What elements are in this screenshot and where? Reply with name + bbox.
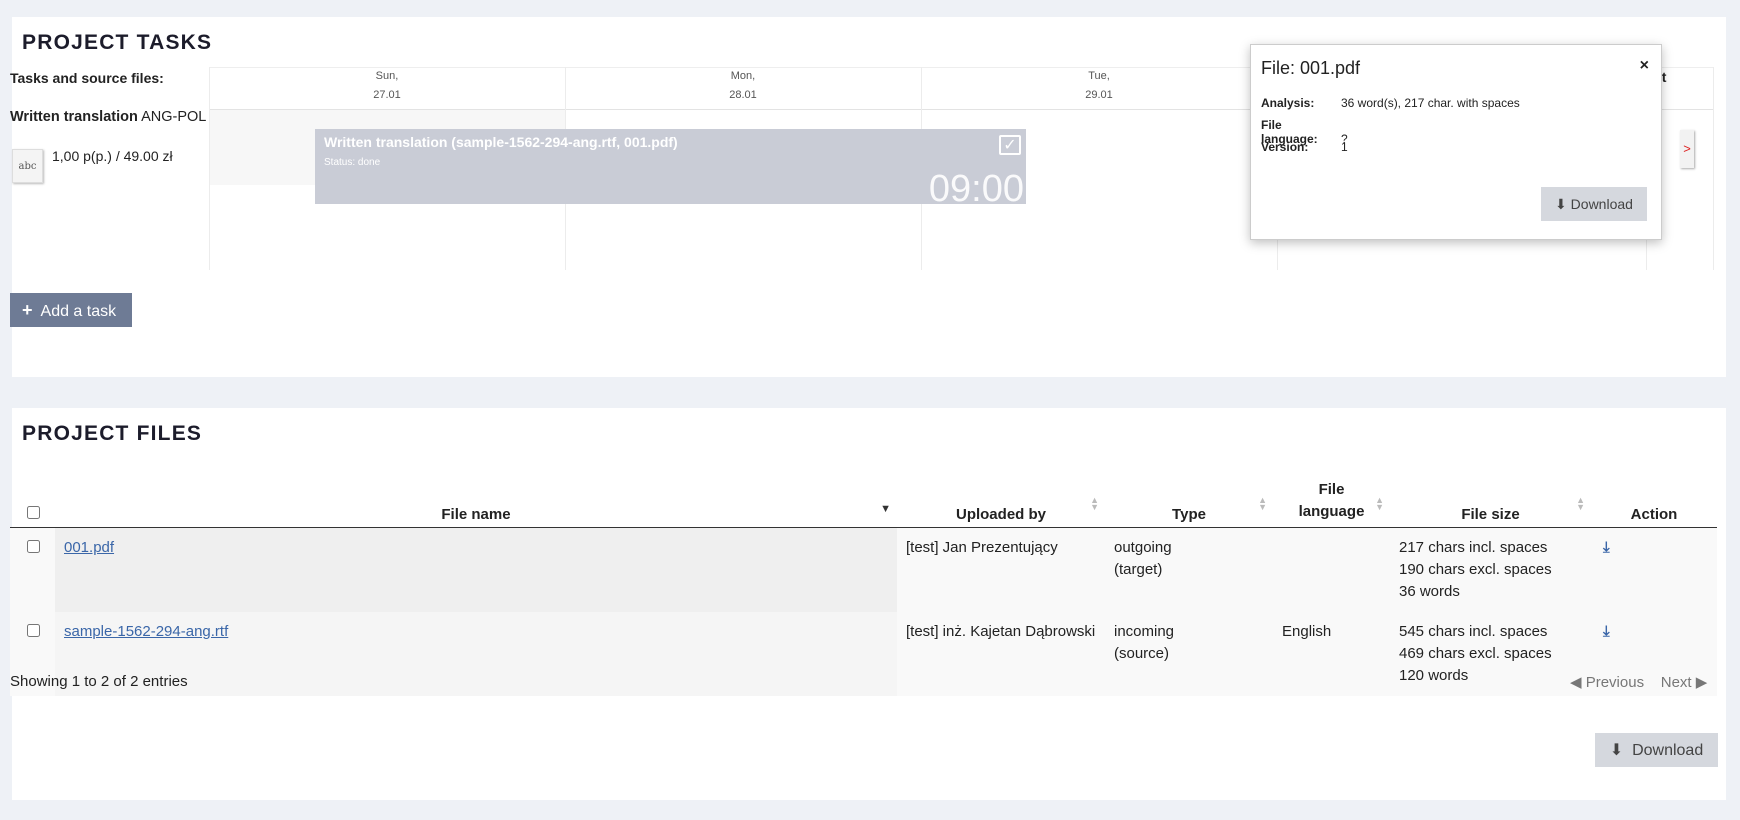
- plus-icon: +: [22, 299, 33, 320]
- popover-title: File: 001.pdf: [1261, 58, 1361, 78]
- day-date: 27.01: [373, 89, 401, 101]
- calendar-day-tue: Tue, 29.01: [921, 67, 1277, 105]
- version-value: 1: [1341, 140, 1348, 154]
- row-checkbox[interactable]: [26, 624, 40, 637]
- size-line: 217 chars incl. spaces: [1399, 539, 1548, 556]
- project-files-title: PROJECT FILES: [22, 422, 203, 445]
- task-langs: ANG-POL: [141, 109, 207, 125]
- file-link[interactable]: sample-1562-294-ang.rtf: [64, 623, 228, 640]
- day-date: 29.01: [1085, 89, 1113, 101]
- size-line: 36 words: [1399, 583, 1460, 600]
- task-bar[interactable]: Written translation (sample-1562-294-ang…: [315, 129, 1026, 204]
- size-cell: 217 chars incl. spaces 190 chars excl. s…: [1390, 527, 1591, 612]
- size-cell: 545 chars incl. spaces 469 chars excl. s…: [1390, 612, 1591, 696]
- popover-download-label: Download: [1570, 195, 1633, 212]
- select-all-checkbox[interactable]: [26, 506, 40, 519]
- day-name: Mon,: [730, 70, 756, 82]
- tasks-source-files-label: Tasks and source files:: [10, 70, 164, 86]
- sort-desc-icon: ▼: [880, 503, 891, 515]
- project-tasks-title: PROJECT TASKS: [22, 31, 213, 54]
- download-icon: ⬇: [1609, 742, 1624, 759]
- calendar-day-sun: Sun, 27.01: [209, 67, 565, 105]
- column-uploaded-by[interactable]: Uploaded by ▲ ▼: [897, 473, 1105, 528]
- file-link[interactable]: 001.pdf: [64, 539, 114, 556]
- sort-icon: ▲ ▼: [1258, 495, 1267, 512]
- add-task-button[interactable]: + Add a task: [10, 293, 132, 327]
- size-line: 469 chars excl. spaces: [1399, 645, 1552, 662]
- download-icon[interactable]: ⤓: [1603, 539, 1610, 556]
- size-line: 190 chars excl. spaces: [1399, 561, 1552, 578]
- row-checkbox[interactable]: [26, 540, 40, 553]
- table-info: Showing 1 to 2 of 2 entries: [10, 673, 188, 690]
- next-button[interactable]: Next ▶: [1661, 674, 1708, 691]
- sort-icon: ▲ ▼: [1576, 495, 1585, 512]
- type-cell: incoming (source): [1105, 612, 1273, 696]
- column-label: Type: [1172, 506, 1206, 523]
- day-name: Tue,: [1088, 70, 1110, 82]
- column-action: Action: [1591, 473, 1717, 528]
- task-bar-status: Status: done: [324, 157, 381, 168]
- row-select-cell: [10, 527, 55, 612]
- file-info-popover: File: 001.pdf × Analysis: 36 word(s), 217…: [1250, 44, 1662, 240]
- column-file-size[interactable]: File size ▲ ▼: [1390, 473, 1591, 528]
- popover-analysis-row: Analysis: 36 word(s), 217 char. with spac…: [1261, 96, 1520, 110]
- add-task-label: Add a task: [40, 302, 117, 320]
- task-price: 1,00 p(p.) / 49.00 zł: [52, 148, 173, 164]
- next-label: Next: [1660, 674, 1692, 691]
- day-name: Sun,: [375, 70, 399, 82]
- column-label: Action: [1630, 506, 1678, 523]
- download-icon: ⬇: [1555, 195, 1567, 212]
- type-cell: outgoing (target): [1105, 527, 1273, 612]
- column-file-language[interactable]: File language ▲ ▼: [1273, 473, 1390, 528]
- popover-version-row: Version: 1: [1261, 140, 1348, 154]
- column-type[interactable]: Type ▲ ▼: [1105, 473, 1273, 528]
- task-name: Written translation ANG-POL: [10, 109, 206, 125]
- task-type: Written translation: [10, 109, 138, 125]
- sort-icon: ▲ ▼: [1090, 495, 1099, 512]
- size-line: 545 chars incl. spaces: [1399, 623, 1548, 640]
- sort-icon: ▲ ▼: [1375, 495, 1384, 512]
- table-row: 001.pdf [test] Jan Prezentujący outgoing…: [10, 527, 1717, 612]
- table-header-row: File name ▼ Uploaded by ▲ ▼ Type ▲ ▼ File …: [10, 473, 1717, 528]
- column-label: Uploaded by: [955, 506, 1046, 523]
- download-all-label: Download: [1632, 742, 1704, 759]
- column-file-name[interactable]: File name ▼: [55, 473, 897, 528]
- calendar-day-mon: Mon, 28.01: [565, 67, 921, 105]
- checkbox-checked-icon: ✓: [999, 135, 1021, 155]
- target-file-thumbnail-icon[interactable]: >: [1680, 130, 1694, 168]
- uploaded-by-cell: [test] Jan Prezentujący: [897, 527, 1105, 612]
- version-label: Version:: [1261, 140, 1309, 154]
- files-table: File name ▼ Uploaded by ▲ ▼ Type ▲ ▼ File …: [10, 473, 1717, 696]
- calendar-column-border: [1713, 67, 1714, 270]
- select-all-header: [10, 473, 55, 528]
- column-label: File size: [1461, 506, 1520, 523]
- previous-button[interactable]: ◀ Previous: [1570, 674, 1644, 691]
- language-cell: English: [1273, 612, 1390, 696]
- column-label: File name: [441, 506, 511, 523]
- close-icon[interactable]: ×: [1640, 57, 1649, 75]
- table-row: sample-1562-294-ang.rtf [test] inż. Kaje…: [10, 612, 1717, 696]
- download-icon[interactable]: ⤓: [1603, 623, 1610, 640]
- day-date: 28.01: [729, 89, 757, 101]
- analysis-label: Analysis:: [1261, 96, 1315, 110]
- task-bar-title: Written translation (sample-1562-294-ang…: [324, 134, 678, 150]
- uploaded-by-cell: [test] inż. Kajetan Dąbrowski: [897, 612, 1105, 696]
- action-cell: ⤓: [1591, 527, 1717, 612]
- column-label: File language: [1298, 481, 1365, 520]
- size-line: 120 words: [1399, 667, 1469, 684]
- popover-download-button[interactable]: ⬇ Download: [1541, 187, 1647, 221]
- pagination: ◀ Previous Next ▶: [1570, 673, 1707, 691]
- file-name-cell: 001.pdf: [55, 527, 897, 612]
- file-thumbnail-icon[interactable]: abc: [12, 149, 43, 183]
- analysis-value: 36 word(s), 217 char. with spaces: [1341, 96, 1520, 110]
- download-all-button[interactable]: ⬇ Download: [1595, 733, 1718, 767]
- previous-label: Previous: [1585, 674, 1645, 691]
- language-cell: [1273, 527, 1390, 612]
- task-bar-time: 09:00: [928, 168, 1024, 204]
